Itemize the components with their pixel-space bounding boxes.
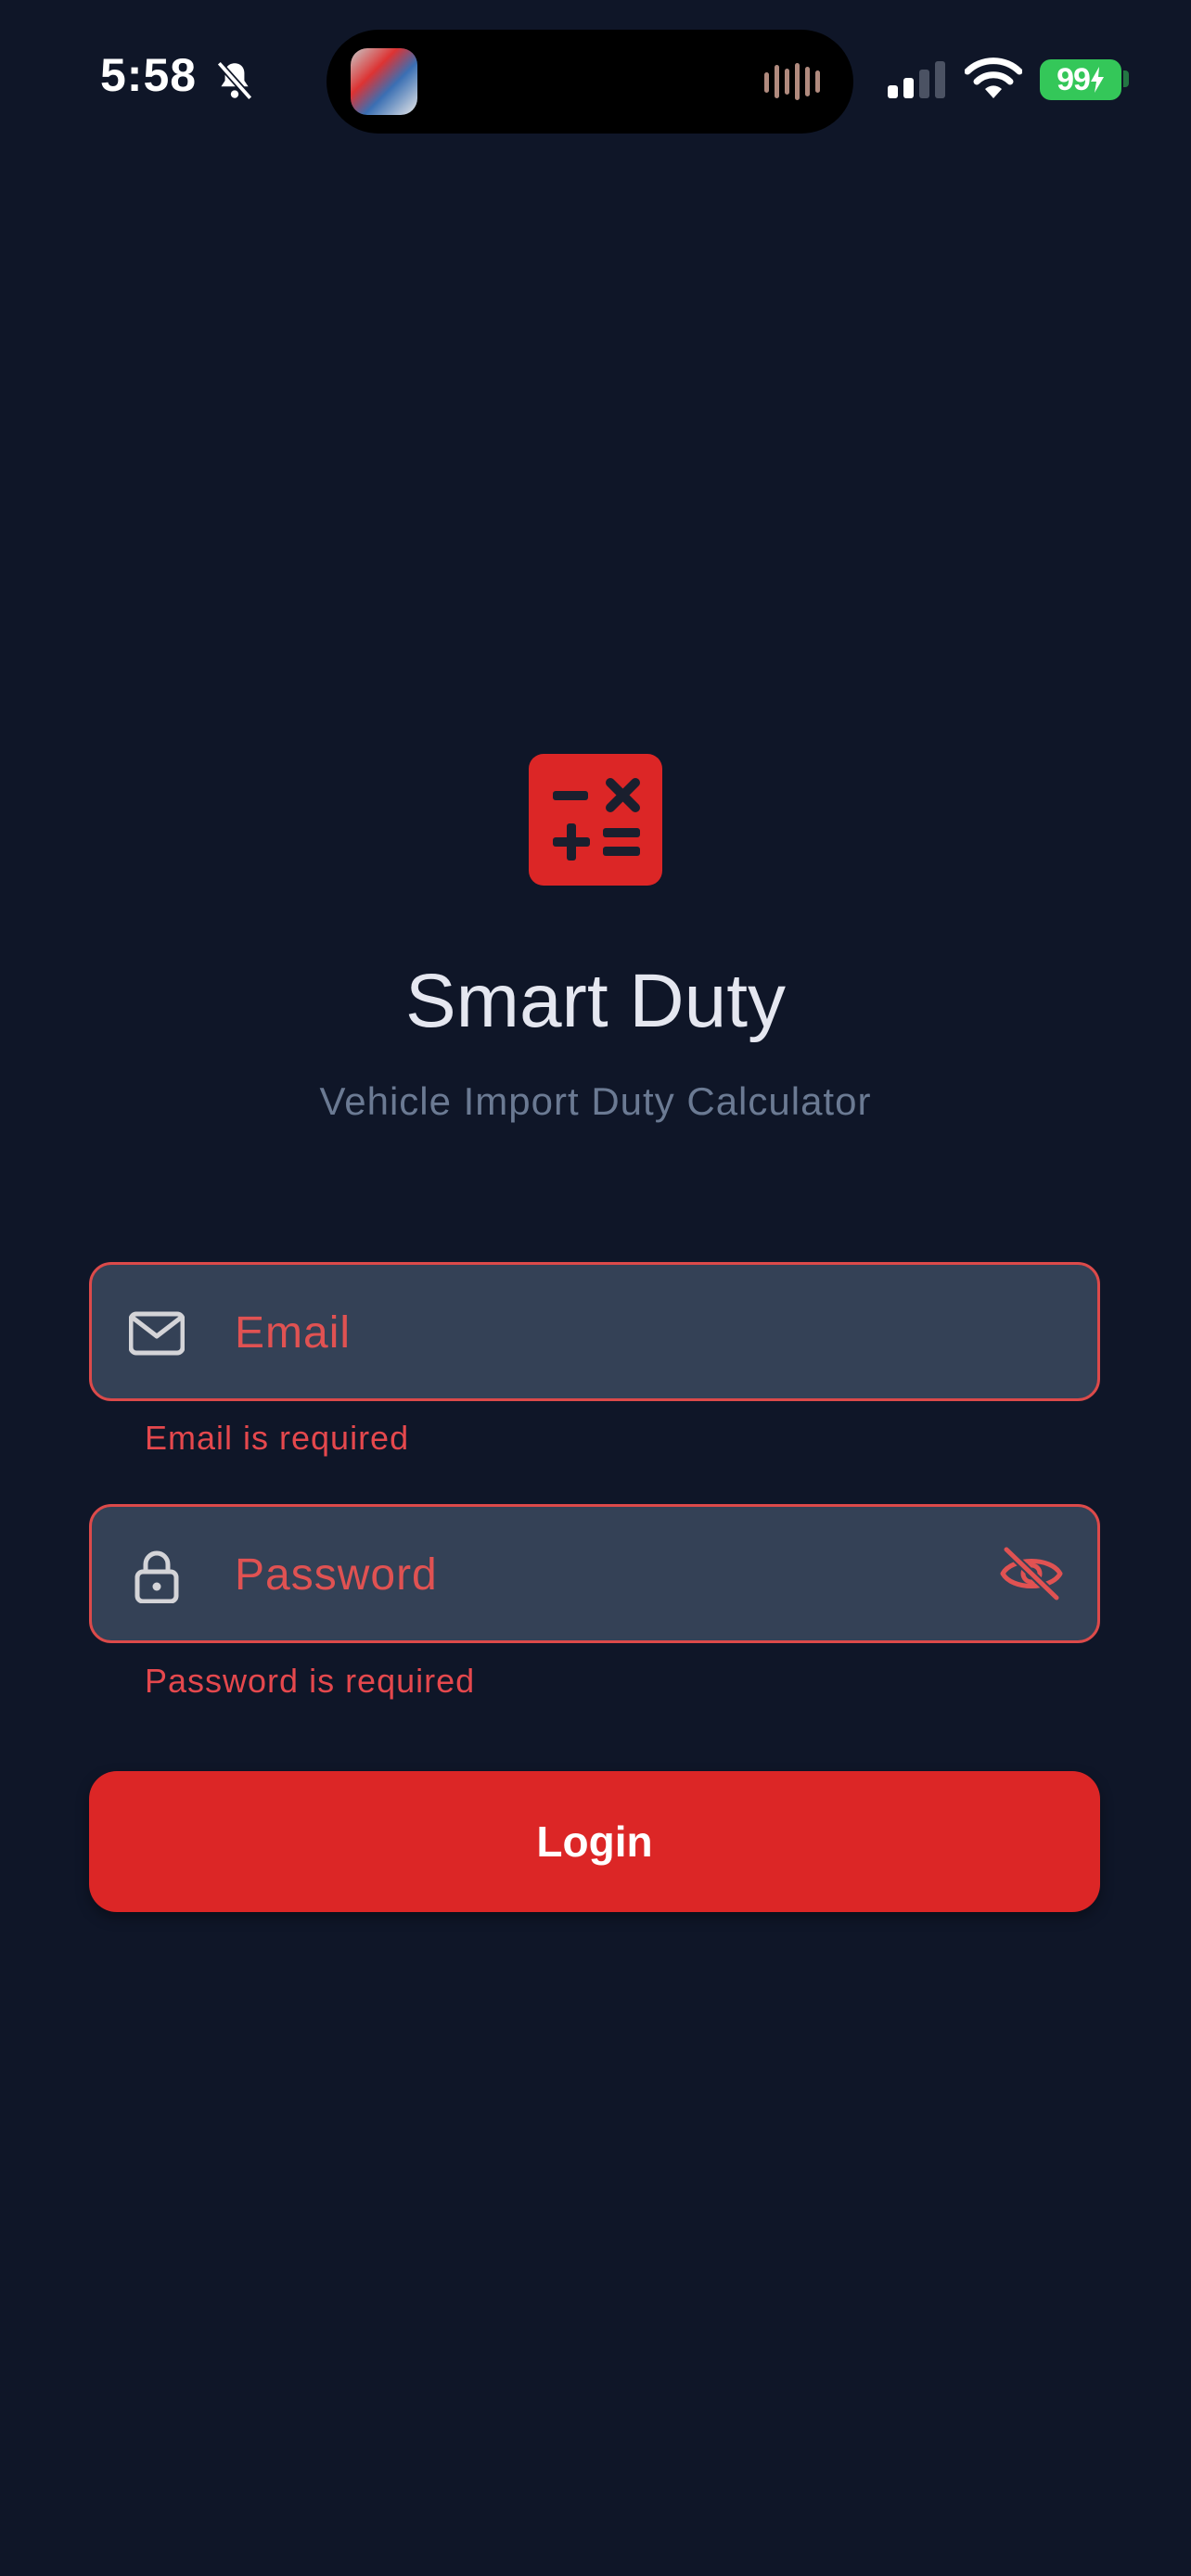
email-input[interactable] [233, 1265, 979, 1400]
bell-slash-icon [216, 60, 253, 101]
battery-charging-icon: 99 [1040, 59, 1121, 100]
cellular-signal-icon [888, 61, 945, 98]
bolt-icon [1090, 67, 1104, 93]
battery-level: 99 [1057, 61, 1091, 97]
app-subtitle: Vehicle Import Duty Calculator [319, 1079, 872, 1123]
login-button[interactable]: Login [89, 1771, 1100, 1912]
status-time: 5:58 [100, 49, 198, 101]
password-error: Password is required [145, 1662, 476, 1700]
lock-icon [134, 1550, 179, 1603]
dynamic-island[interactable] [327, 30, 853, 134]
password-field[interactable] [89, 1504, 1100, 1643]
calculator-icon [529, 754, 662, 886]
email-error: Email is required [145, 1419, 410, 1457]
wifi-icon [965, 57, 1022, 98]
app-title: Smart Duty [404, 959, 787, 1043]
app-thumbnail-icon [351, 48, 417, 115]
email-field[interactable] [89, 1262, 1100, 1401]
mail-icon [129, 1311, 185, 1356]
battery-cap [1123, 70, 1129, 87]
eye-off-icon[interactable] [999, 1544, 1064, 1603]
password-input[interactable] [233, 1507, 979, 1642]
audio-wave-icon [764, 63, 820, 100]
